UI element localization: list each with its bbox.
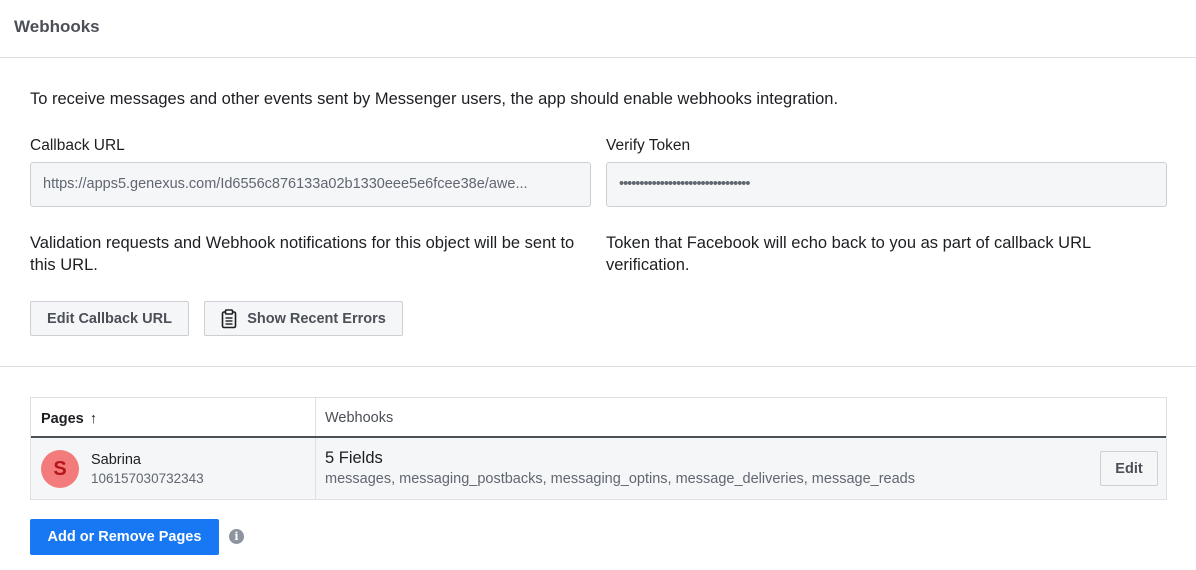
clipboard-icon [221, 308, 237, 329]
column-divider [315, 438, 316, 499]
section-divider [0, 366, 1196, 367]
avatar: S [41, 450, 79, 488]
callback-url-field[interactable]: https://apps5.genexus.com/Id6556c876133a… [30, 162, 591, 207]
page-id: 106157030732343 [91, 471, 204, 486]
pages-header-label: Pages [41, 411, 84, 427]
show-recent-errors-label: Show Recent Errors [247, 310, 386, 327]
fields-count: 5 Fields [325, 449, 383, 467]
pages-column-header[interactable]: Pages ↑ [41, 411, 97, 427]
page-name: Sabrina [91, 452, 141, 468]
callback-url-help: Validation requests and Webhook notifica… [30, 234, 575, 274]
section-title: Webhooks [14, 17, 100, 36]
column-divider [315, 398, 316, 436]
callback-url-label: Callback URL [30, 137, 125, 154]
add-remove-pages-button[interactable]: Add or Remove Pages [30, 519, 219, 555]
sort-arrow-icon: ↑ [89, 411, 97, 427]
fields-list: messages, messaging_postbacks, messaging… [325, 471, 915, 487]
verify-token-label: Verify Token [606, 137, 691, 154]
edit-fields-button[interactable]: Edit [1100, 451, 1158, 486]
table-row: S Sabrina 106157030732343 5 Fields messa… [31, 438, 1166, 499]
pages-table: Pages ↑ Webhooks S Sabrina 10615703073234… [30, 397, 1167, 500]
table-header: Pages ↑ Webhooks [31, 398, 1166, 438]
webhooks-column-header: Webhooks [325, 410, 394, 426]
info-icon[interactable]: i [229, 529, 244, 544]
section-header: Webhooks [0, 0, 1196, 58]
intro-text: To receive messages and other events sen… [30, 90, 839, 108]
show-recent-errors-button[interactable]: Show Recent Errors [204, 301, 403, 336]
verify-token-field[interactable]: •••••••••••••••••••••••••••••••• [606, 162, 1167, 207]
verify-token-help: Token that Facebook will echo back to yo… [606, 234, 1091, 274]
edit-callback-url-label: Edit Callback URL [47, 310, 172, 327]
edit-callback-url-button[interactable]: Edit Callback URL [30, 301, 189, 336]
